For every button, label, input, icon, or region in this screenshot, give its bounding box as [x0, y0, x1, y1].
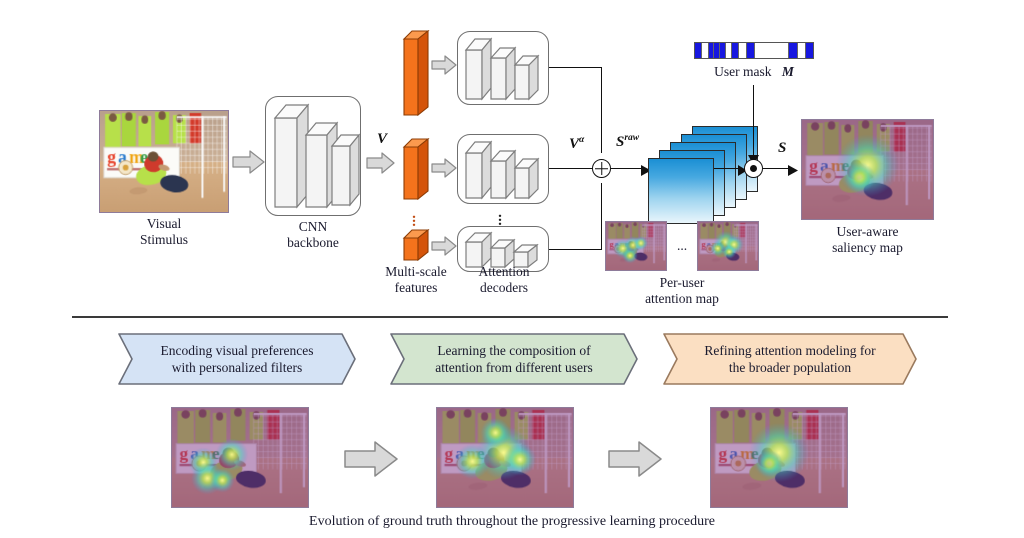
- decoder1-slab-3: [513, 54, 540, 101]
- wire-mask-to-product: [753, 85, 755, 157]
- sum-operator: [592, 159, 611, 178]
- user-mask-segment: [755, 43, 789, 58]
- per-user-attention-map-label: Per-user attention map: [645, 275, 719, 307]
- stage-banner-2-text: Learning the composition of attention fr…: [435, 342, 593, 375]
- per-user-attention-map-1: [605, 221, 667, 271]
- per-user-ellipsis: ...: [676, 238, 688, 253]
- user-mask-segment: [701, 43, 709, 58]
- feature-bar-3: [402, 228, 430, 262]
- evolution-step-image-2: [436, 407, 574, 508]
- decoder3-slab-1: [464, 231, 493, 269]
- stage-banner-2: Learning the composition of attention fr…: [390, 333, 638, 385]
- user-mask-segment: [732, 43, 740, 58]
- backbone-slab-1: [273, 103, 310, 209]
- decoder1-slab-2: [489, 46, 517, 101]
- stage-banner-3: Refining attention modeling for the broa…: [663, 333, 917, 385]
- user-mask-segment: [695, 43, 702, 58]
- evolution-arrow-2: [608, 441, 662, 477]
- sum-operator-vertical-bar: [600, 162, 603, 175]
- feature-bar-1: [402, 29, 430, 117]
- decoder1-slab-1: [464, 37, 493, 101]
- user-aware-saliency-map-label: User-aware saliency map: [832, 224, 903, 256]
- user-mask-bar: [694, 42, 814, 59]
- evolution-arrow-1: [344, 441, 398, 477]
- symbol-v: V: [377, 131, 388, 147]
- arrow-feature2-to-decoder2: [431, 158, 457, 178]
- product-operator: [744, 159, 763, 178]
- feature-bar-2: [402, 137, 430, 201]
- user-mask-segment: [739, 43, 748, 58]
- per-user-attention-map-2: [697, 221, 759, 271]
- stage-banner-1-text: Encoding visual preferences with persona…: [160, 342, 314, 375]
- features-ellipsis: ...: [412, 206, 416, 230]
- decoders-ellipsis: ...: [498, 205, 502, 229]
- wire-decoder3-up: [601, 183, 603, 250]
- wire-decoder1-right: [549, 67, 602, 69]
- user-mask-label: User mask M: [714, 64, 794, 79]
- stage-banner-3-text: Refining attention modeling for the broa…: [704, 342, 876, 375]
- cnn-backbone-label: CNN backbone: [287, 219, 339, 251]
- arrow-feature3-to-decoder3: [431, 236, 457, 256]
- user-mask-segment: [798, 43, 806, 58]
- symbol-s-raw: Sraw: [616, 133, 640, 150]
- arrowhead-product-to-output: [788, 163, 798, 181]
- user-mask-segment: [747, 43, 756, 58]
- multiscale-features-label: Multi-scale features: [385, 264, 447, 296]
- user-mask-segment: [725, 43, 733, 58]
- arrow-feature1-to-decoder1: [431, 55, 457, 75]
- evolution-step-image-3: [710, 407, 848, 508]
- wire-sum-to-stack: [611, 168, 645, 170]
- arrow-stimulus-to-backbone: [232, 150, 265, 174]
- arrow-backbone-to-features: [366, 152, 395, 174]
- stage-banner-1: Encoding visual preferences with persona…: [118, 333, 356, 385]
- symbol-s: S: [778, 140, 787, 156]
- attention-decoders-label: Attention decoders: [478, 264, 530, 296]
- symbol-v-alpha: Vα: [569, 135, 585, 152]
- decoder2-slab-1: [464, 140, 493, 200]
- decoder2-slab-2: [489, 149, 517, 200]
- evolution-caption: Evolution of ground truth throughout the…: [309, 514, 715, 529]
- wire-decoder1-down: [601, 67, 603, 153]
- stacked-map-card-1: [648, 158, 714, 224]
- wire-decoder2-right: [549, 168, 594, 170]
- visual-stimulus-label: Visual Stimulus: [139, 216, 188, 248]
- user-mask-segment: [805, 43, 813, 58]
- product-operator-dot: [750, 165, 757, 172]
- visual-stimulus-image: [99, 110, 229, 213]
- user-mask-segment: [788, 43, 798, 58]
- section-divider: [72, 316, 948, 318]
- decoder2-slab-3: [513, 157, 540, 200]
- user-aware-saliency-map-image: [801, 119, 934, 220]
- backbone-slab-3: [330, 133, 361, 207]
- wire-product-to-output: [763, 168, 791, 170]
- user-mask-symbol: M: [781, 64, 794, 79]
- evolution-step-image-1: [171, 407, 309, 508]
- wire-decoder3-right: [549, 249, 602, 251]
